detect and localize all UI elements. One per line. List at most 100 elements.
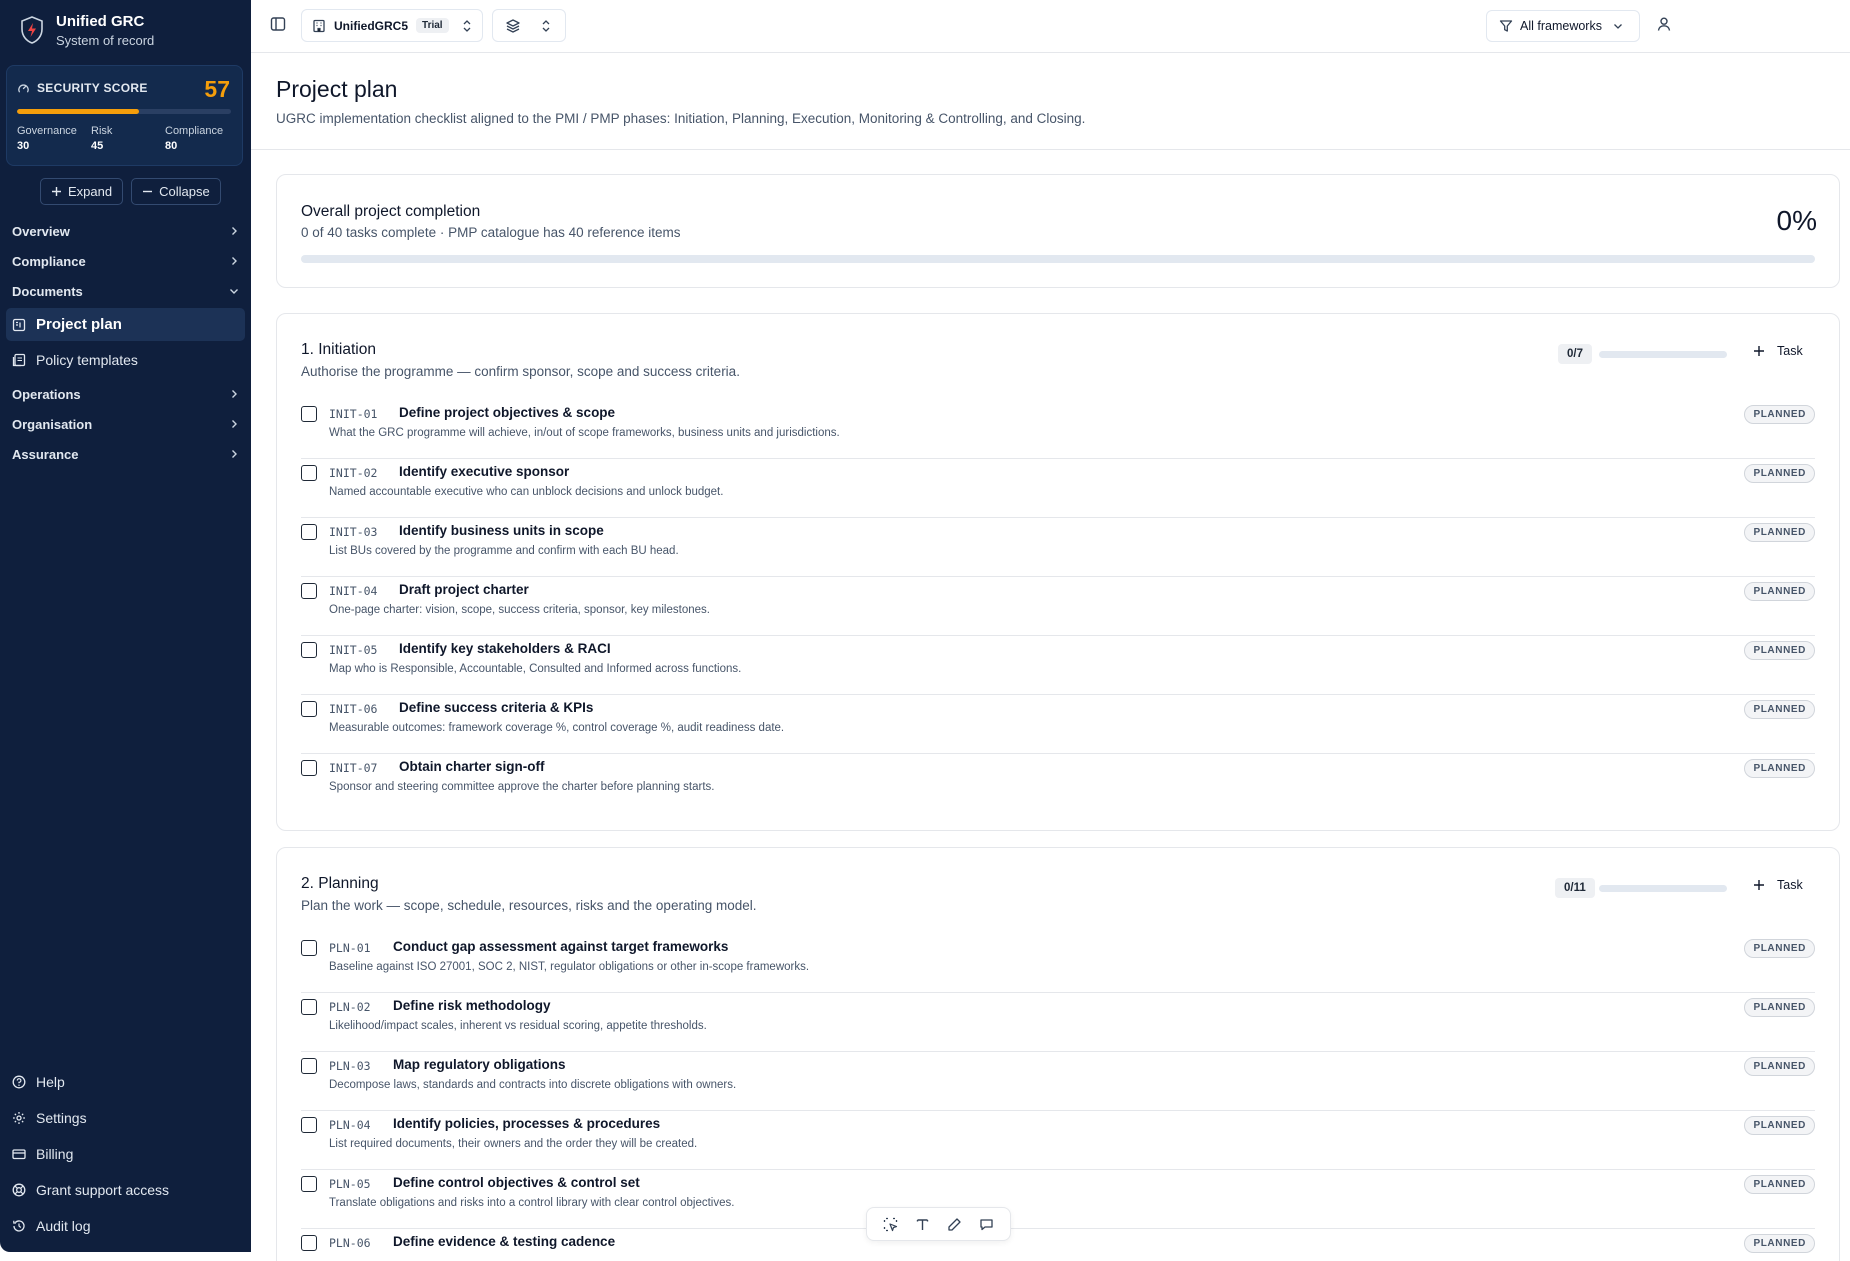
sidebar-group-label: Compliance — [12, 253, 86, 269]
metric-label: Risk — [91, 125, 113, 137]
task-title[interactable]: Identify key stakeholders & RACI — [399, 641, 611, 656]
task-status-badge[interactable]: PLANNED — [1744, 582, 1815, 601]
task-checkbox[interactable] — [301, 583, 317, 599]
sidebar-item-grant-support-access[interactable]: Grant support access — [6, 1174, 245, 1206]
phase-progress-bar — [1599, 885, 1727, 892]
phase-subtitle: Authorise the programme — confirm sponso… — [301, 364, 740, 379]
sidebar-group-documents[interactable]: Documents — [0, 276, 251, 306]
task-status-badge[interactable]: PLANNED — [1744, 1116, 1815, 1135]
sidebar-item-policy-templates[interactable]: Policy templates — [6, 343, 245, 376]
task-description: Decompose laws, standards and contracts … — [329, 1079, 737, 1091]
security-score-card[interactable]: SECURITY SCORE 57 Governance 30 Risk 45 … — [6, 65, 243, 166]
sidebar-item-label: Project plan — [36, 316, 122, 333]
framework-filter[interactable]: All frameworks — [1486, 10, 1640, 42]
metric-compliance: Compliance 80 — [165, 124, 245, 154]
collapse-button[interactable]: Collapse — [131, 178, 221, 205]
task-code: PLN-03 — [329, 1059, 371, 1073]
task-status-badge[interactable]: PLANNED — [1744, 405, 1815, 424]
task-checkbox[interactable] — [301, 1058, 317, 1074]
task-checkbox[interactable] — [301, 701, 317, 717]
metric-value: 45 — [91, 140, 104, 152]
text-tool-icon[interactable] — [915, 1217, 930, 1232]
task-title[interactable]: Define evidence & testing cadence — [393, 1234, 615, 1249]
sidebar-item-help[interactable]: Help — [6, 1066, 245, 1098]
history-icon — [12, 1219, 26, 1233]
organisation-selector[interactable]: UnifiedGRC5 Trial — [301, 9, 483, 42]
task-status-badge[interactable]: PLANNED — [1744, 939, 1815, 958]
sidebar-nav: Overview Compliance Documents Project pl… — [0, 216, 251, 469]
task-status-badge[interactable]: PLANNED — [1744, 641, 1815, 660]
sidebar-item-settings[interactable]: Settings — [6, 1102, 245, 1134]
sidebar-item-audit-log[interactable]: Audit log — [6, 1210, 245, 1242]
sidebar-group-overview[interactable]: Overview — [0, 216, 251, 246]
pen-icon[interactable] — [947, 1217, 962, 1232]
task-status-badge[interactable]: PLANNED — [1744, 1234, 1815, 1253]
task-checkbox[interactable] — [301, 1235, 317, 1251]
select-area-icon[interactable] — [883, 1217, 898, 1232]
task-title[interactable]: Identify business units in scope — [399, 523, 604, 538]
task-title[interactable]: Map regulatory obligations — [393, 1057, 566, 1072]
comment-icon[interactable] — [979, 1217, 994, 1232]
sidebar-toggle-icon[interactable] — [270, 16, 286, 32]
page-title: Project plan — [276, 76, 398, 102]
task-checkbox[interactable] — [301, 465, 317, 481]
sidebar-item-project-plan[interactable]: Project plan — [6, 308, 245, 341]
sidebar-group-operations[interactable]: Operations — [0, 379, 251, 409]
sidebar-group-organisation[interactable]: Organisation — [0, 409, 251, 439]
chevron-right-icon — [229, 226, 239, 236]
user-icon[interactable] — [1656, 16, 1672, 32]
task-status-badge[interactable]: PLANNED — [1744, 1057, 1815, 1076]
task-code: INIT-06 — [329, 702, 378, 716]
brand[interactable]: Unified GRC System of record — [20, 12, 154, 50]
security-score-value: 57 — [204, 76, 230, 102]
sidebar: Unified GRC System of record SECURITY SC… — [0, 0, 251, 1252]
task-row: PLN-04 Identify policies, processes & pr… — [301, 1111, 1815, 1170]
sidebar-group-assurance[interactable]: Assurance — [0, 439, 251, 469]
task-title[interactable]: Conduct gap assessment against target fr… — [393, 939, 728, 954]
task-description: Measurable outcomes: framework coverage … — [329, 722, 785, 734]
task-checkbox[interactable] — [301, 1117, 317, 1133]
sidebar-group-label: Organisation — [12, 416, 93, 432]
task-status-badge[interactable]: PLANNED — [1744, 759, 1815, 778]
task-status-badge[interactable]: PLANNED — [1744, 1175, 1815, 1194]
task-code: PLN-06 — [329, 1236, 371, 1250]
add-task-button[interactable]: Task — [1753, 344, 1803, 358]
task-checkbox[interactable] — [301, 940, 317, 956]
task-checkbox[interactable] — [301, 1176, 317, 1192]
sidebar-item-billing[interactable]: Billing — [6, 1138, 245, 1170]
task-checkbox[interactable] — [301, 642, 317, 658]
sidebar-group-label: Overview — [12, 223, 70, 239]
add-task-button[interactable]: Task — [1753, 878, 1803, 892]
security-score-label: SECURITY SCORE — [37, 81, 148, 95]
task-status-badge[interactable]: PLANNED — [1744, 464, 1815, 483]
task-title[interactable]: Identify policies, processes & procedure… — [393, 1116, 660, 1131]
task-checkbox[interactable] — [301, 999, 317, 1015]
expand-button[interactable]: Expand — [40, 178, 124, 205]
sidebar-group-compliance[interactable]: Compliance — [0, 246, 251, 276]
task-status-badge[interactable]: PLANNED — [1744, 700, 1815, 719]
security-score-bar-fill — [17, 109, 139, 114]
brand-subtitle: System of record — [56, 33, 155, 48]
overall-progress-bar — [301, 255, 1815, 263]
task-status-badge[interactable]: PLANNED — [1744, 523, 1815, 542]
overall-subtitle: 0 of 40 tasks complete · PMP catalogue h… — [301, 225, 681, 240]
task-title[interactable]: Define control objectives & control set — [393, 1175, 640, 1190]
task-title[interactable]: Define success criteria & KPIs — [399, 700, 593, 715]
task-checkbox[interactable] — [301, 760, 317, 776]
task-title[interactable]: Define risk methodology — [393, 998, 551, 1013]
task-checkbox[interactable] — [301, 524, 317, 540]
topbar: UnifiedGRC5 Trial All frameworks — [251, 0, 1850, 53]
task-title[interactable]: Draft project charter — [399, 582, 529, 597]
task-title[interactable]: Define project objectives & scope — [399, 405, 615, 420]
gauge-icon — [17, 82, 30, 95]
layer-selector[interactable] — [492, 9, 566, 42]
task-row: PLN-03 Map regulatory obligations Decomp… — [301, 1052, 1815, 1111]
overall-title: Overall project completion — [301, 203, 481, 220]
task-title[interactable]: Identify executive sponsor — [399, 464, 569, 479]
task-list: PLN-01 Conduct gap assessment against ta… — [301, 934, 1815, 1261]
expand-label: Expand — [68, 184, 113, 199]
overall-percent: 0% — [1776, 205, 1817, 236]
task-checkbox[interactable] — [301, 406, 317, 422]
task-status-badge[interactable]: PLANNED — [1744, 998, 1815, 1017]
task-title[interactable]: Obtain charter sign-off — [399, 759, 545, 774]
